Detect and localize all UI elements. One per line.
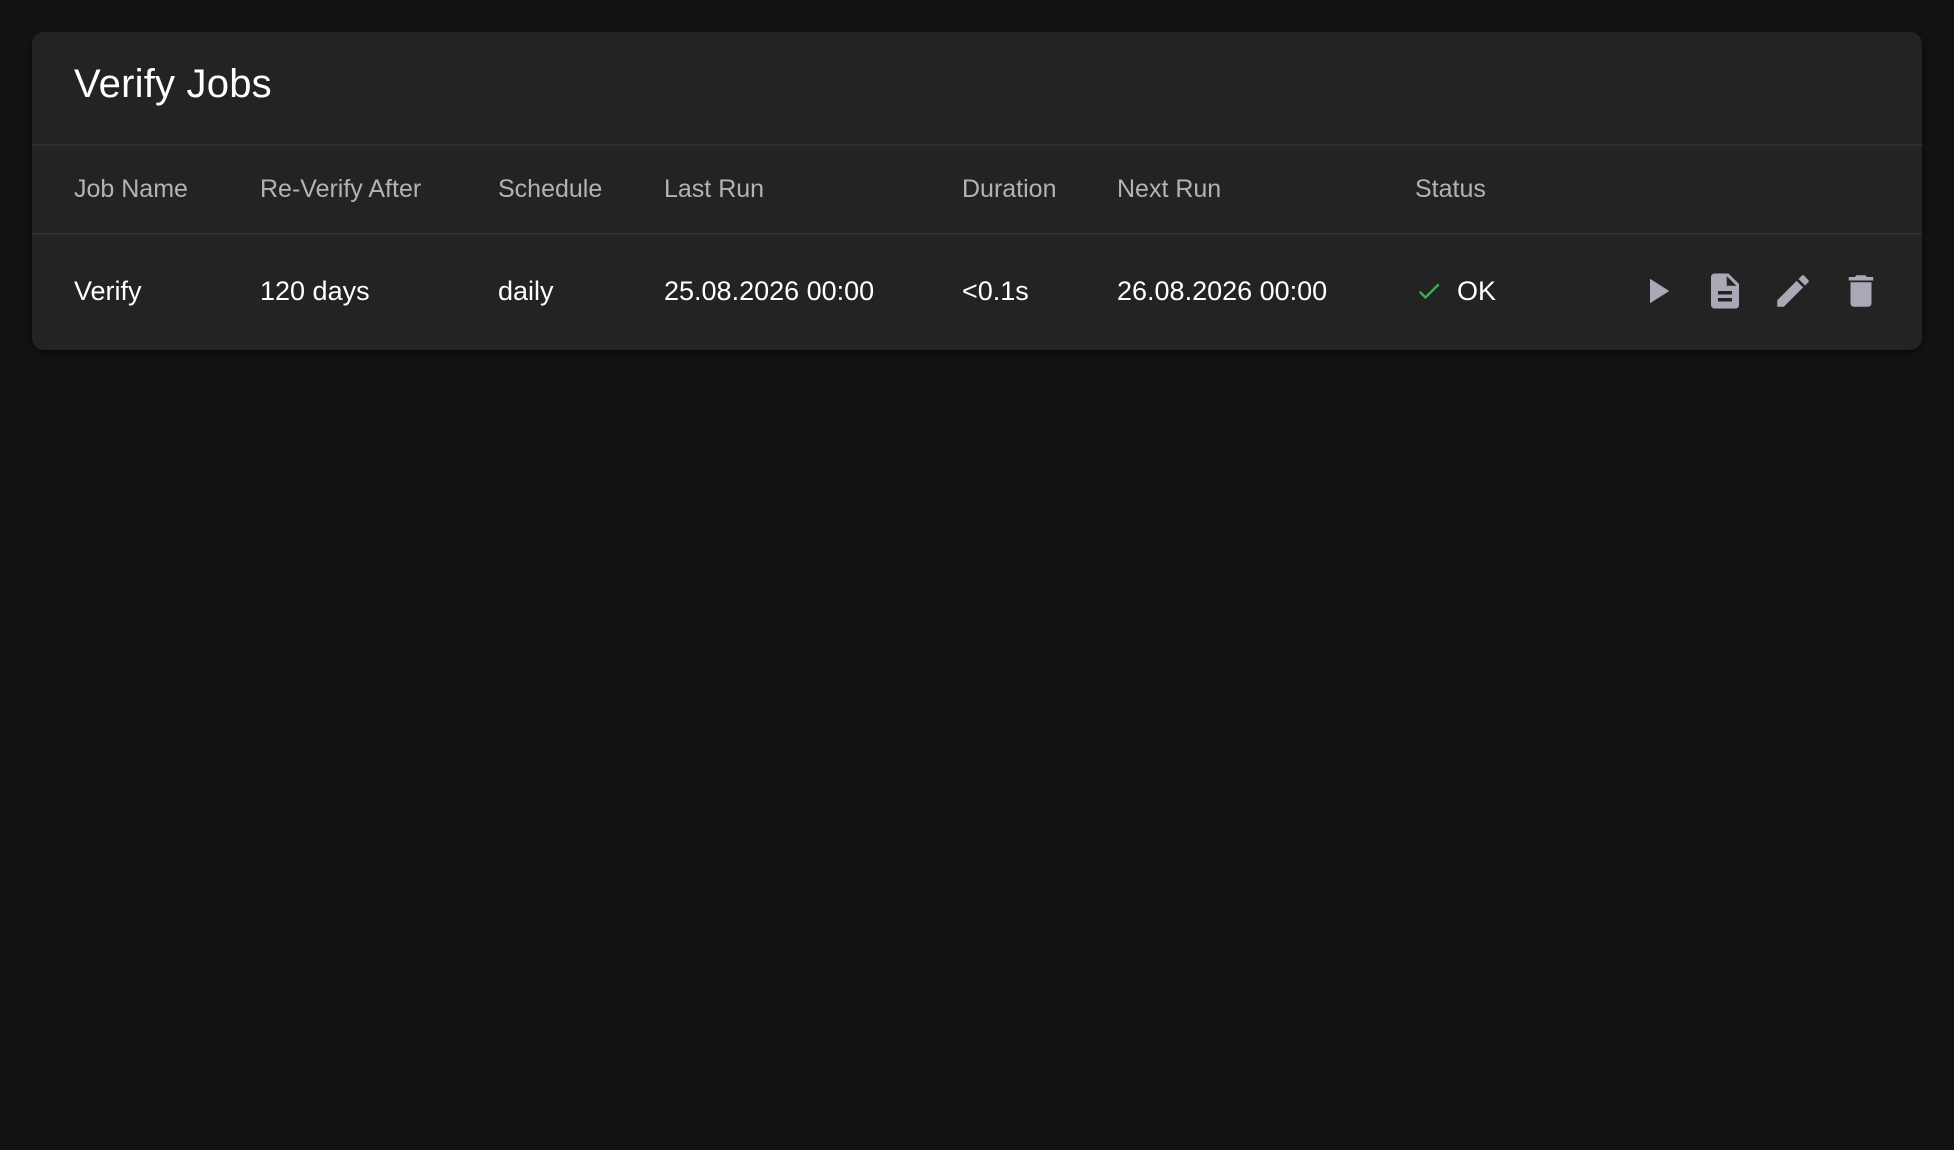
run-icon[interactable] xyxy=(1636,270,1678,312)
cell-last-run: 25.08.2026 00:00 xyxy=(664,275,875,306)
cell-status: OK xyxy=(1415,235,1496,347)
cell-duration: <0.1s xyxy=(962,275,1029,306)
check-icon xyxy=(1415,277,1443,305)
table-row: Verify 120 days daily 25.08.2026 00:00 <… xyxy=(32,235,1922,347)
edit-icon[interactable] xyxy=(1772,270,1814,312)
column-header-schedule[interactable]: Schedule xyxy=(498,145,602,233)
column-header-duration[interactable]: Duration xyxy=(962,145,1057,233)
cell-reverify-after: 120 days xyxy=(260,275,370,306)
cell-schedule: daily xyxy=(498,275,554,306)
cell-job-name: Verify xyxy=(74,275,142,306)
column-header-status[interactable]: Status xyxy=(1415,145,1486,233)
column-header-last-run[interactable]: Last Run xyxy=(664,145,764,233)
cell-next-run: 26.08.2026 00:00 xyxy=(1117,275,1328,306)
verify-jobs-card: Verify Jobs Job Name Re-Verify After Sch… xyxy=(32,32,1922,350)
delete-icon[interactable] xyxy=(1840,270,1882,312)
row-actions xyxy=(1636,235,1882,347)
column-header-next-run[interactable]: Next Run xyxy=(1117,145,1221,233)
log-file-icon[interactable] xyxy=(1704,270,1746,312)
table-header: Job Name Re-Verify After Schedule Last R… xyxy=(32,145,1922,233)
card-title: Verify Jobs xyxy=(74,62,272,106)
status-text: OK xyxy=(1457,275,1497,306)
column-header-reverify-after[interactable]: Re-Verify After xyxy=(260,145,421,233)
column-header-job-name[interactable]: Job Name xyxy=(74,145,188,233)
